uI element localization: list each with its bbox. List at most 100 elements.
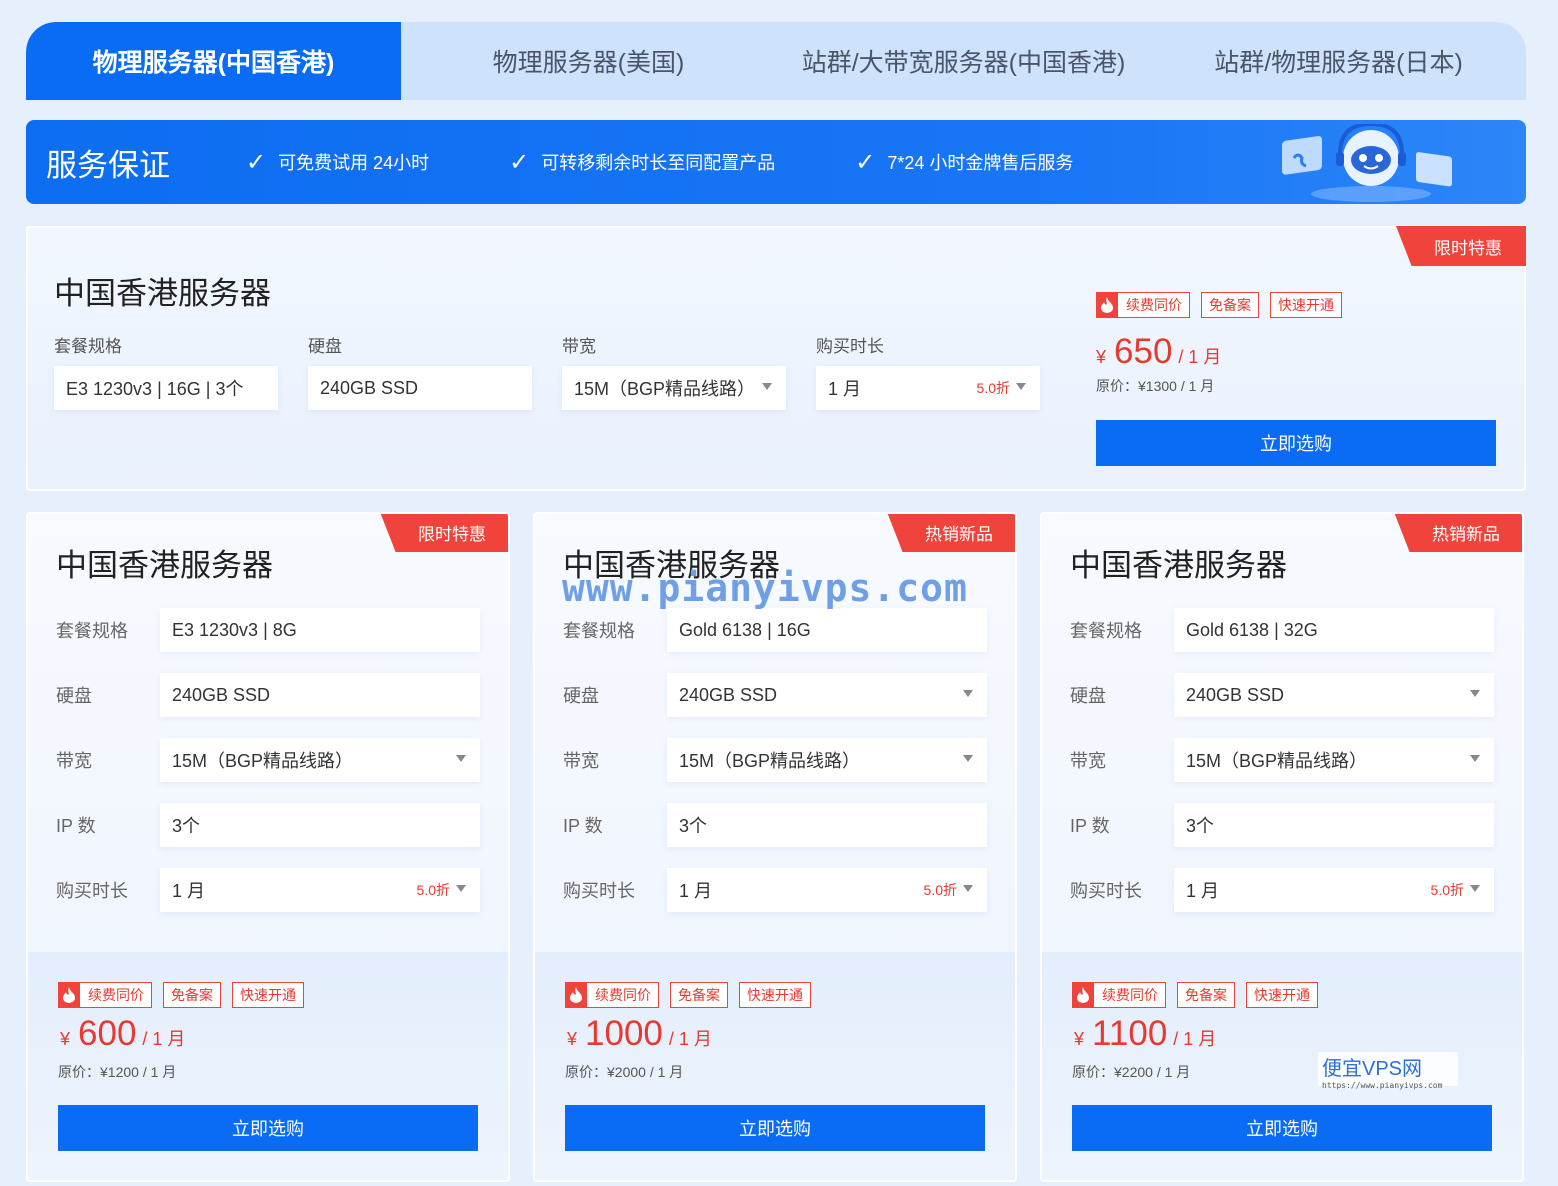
- tab-hk-physical[interactable]: 物理服务器(中国香港): [26, 22, 401, 100]
- bandwidth-row: 带宽 15M（BGP精品线路）: [1070, 738, 1496, 782]
- product-title: 中国香港服务器: [1070, 548, 1287, 583]
- fire-icon: [1096, 292, 1118, 318]
- tab-jp-physical[interactable]: 站群/物理服务器(日本): [1151, 22, 1526, 100]
- product-card: 限时特惠 中国香港服务器 套餐规格 E3 1230v3 | 8G 硬盘 240G…: [26, 512, 510, 1182]
- chevron-down-icon: [963, 755, 973, 762]
- tag-renew: 续费同价: [1072, 982, 1166, 1008]
- product-card: 热销新品 中国香港服务器 套餐规格 Gold 6138 | 16G 硬盘 240…: [533, 512, 1017, 1182]
- feature-tags: 续费同价 免备案 快速开通: [58, 982, 315, 1008]
- site-logo-watermark: 便宜VPS网 https://www.pianyivps.com: [1318, 1052, 1458, 1090]
- disk-row: 硬盘 240GB SSD: [563, 673, 989, 717]
- promo-badge: 限时特惠: [380, 514, 508, 552]
- check-icon: ✓: [246, 148, 267, 176]
- disk-row: 硬盘 240GB SSD: [1070, 673, 1496, 717]
- check-icon: ✓: [855, 148, 876, 176]
- bandwidth-field: 带宽 15M（BGP精品线路）: [562, 332, 786, 410]
- guarantee-title: 服务保证: [46, 147, 170, 183]
- disk-value: 240GB SSD: [160, 673, 480, 717]
- chevron-down-icon: [963, 885, 973, 892]
- spec-value: Gold 6138 | 16G: [667, 608, 987, 652]
- spec-row: 套餐规格 Gold 6138 | 16G: [563, 608, 989, 652]
- buy-now-button[interactable]: 立即选购: [1072, 1105, 1492, 1151]
- discount-label: 5.0折: [1430, 882, 1464, 898]
- buy-now-button[interactable]: 立即选购: [565, 1105, 985, 1151]
- guarantee-item: ✓ 可转移剩余时长至同配置产品: [509, 148, 776, 176]
- duration-select[interactable]: 1 月 5.0折: [667, 868, 987, 912]
- tag-no-filing: 免备案: [1177, 982, 1235, 1008]
- original-price: 原价：¥2000 / 1 月: [565, 1064, 684, 1080]
- fire-icon: [565, 982, 587, 1008]
- tag-no-filing: 免备案: [163, 982, 221, 1008]
- ip-row: IP 数 3个: [56, 803, 482, 847]
- chevron-down-icon: [1470, 690, 1480, 697]
- buy-now-button[interactable]: 立即选购: [1096, 420, 1496, 466]
- service-guarantee-banner: 服务保证 ✓ 可免费试用 24小时 ✓ 可转移剩余时长至同配置产品 ✓ 7*24…: [26, 120, 1526, 204]
- disk-select[interactable]: 240GB SSD: [1174, 673, 1494, 717]
- chevron-down-icon: [1470, 885, 1480, 892]
- feature-tags: 续费同价 免备案 快速开通: [1096, 292, 1498, 318]
- duration-row: 购买时长 1 月 5.0折: [56, 868, 482, 912]
- tag-renew: 续费同价: [58, 982, 152, 1008]
- discount-label: 5.0折: [923, 882, 957, 898]
- price-panel: 续费同价 免备案 快速开通 ¥ 650 / 1 月 原价：¥1300 / 1 月…: [1096, 292, 1498, 466]
- duration-row: 购买时长 1 月 5.0折: [563, 868, 989, 912]
- spec-value: E3 1230v3 | 16G | 3个: [54, 366, 278, 410]
- guarantee-item: ✓ 7*24 小时金牌售后服务: [855, 148, 1074, 176]
- card-price-panel: 续费同价 免备案 快速开通 ¥1000/ 1 月 原价：¥2000 / 1 月 …: [535, 952, 1015, 1180]
- spec-field: 套餐规格 E3 1230v3 | 16G | 3个: [54, 332, 278, 410]
- duration-select[interactable]: 1 月 5.0折: [816, 366, 1040, 410]
- price: ¥1100/ 1 月: [1074, 1014, 1217, 1053]
- product-title: 中国香港服务器: [54, 276, 271, 311]
- fire-icon: [58, 982, 80, 1008]
- promo-badge: 热销新品: [887, 514, 1015, 552]
- chevron-down-icon: [762, 383, 772, 390]
- disk-field: 硬盘 240GB SSD: [308, 332, 532, 410]
- price: ¥600/ 1 月: [60, 1014, 186, 1053]
- ip-value: 3个: [667, 803, 987, 847]
- tag-fast-setup: 快速开通: [1246, 982, 1318, 1008]
- chevron-down-icon: [1470, 755, 1480, 762]
- ip-row: IP 数 3个: [1070, 803, 1496, 847]
- bandwidth-select[interactable]: 15M（BGP精品线路）: [160, 738, 480, 782]
- disk-select[interactable]: 240GB SSD: [667, 673, 987, 717]
- tab-us-physical[interactable]: 物理服务器(美国): [401, 22, 776, 100]
- feature-tags: 续费同价 免备案 快速开通: [565, 982, 822, 1008]
- guarantee-item: ✓ 可免费试用 24小时: [246, 148, 430, 176]
- bandwidth-row: 带宽 15M（BGP精品线路）: [56, 738, 482, 782]
- original-price: 原价：¥2200 / 1 月: [1072, 1064, 1191, 1080]
- discount-label: 5.0折: [416, 882, 450, 898]
- bandwidth-select[interactable]: 15M（BGP精品线路）: [562, 366, 786, 410]
- support-robot-icon: [1282, 124, 1452, 202]
- feature-tags: 续费同价 免备案 快速开通: [1072, 982, 1329, 1008]
- ip-value: 3个: [1174, 803, 1494, 847]
- fire-icon: [1072, 982, 1094, 1008]
- duration-select[interactable]: 1 月 5.0折: [1174, 868, 1494, 912]
- site-watermark: www.pianyivps.com: [562, 566, 968, 610]
- duration-field: 购买时长 1 月 5.0折: [816, 332, 1040, 410]
- tag-no-filing: 免备案: [1201, 292, 1259, 318]
- bandwidth-select[interactable]: 15M（BGP精品线路）: [1174, 738, 1494, 782]
- bandwidth-select[interactable]: 15M（BGP精品线路）: [667, 738, 987, 782]
- duration-select[interactable]: 1 月 5.0折: [160, 868, 480, 912]
- product-title: 中国香港服务器: [56, 548, 273, 583]
- spec-value: Gold 6138 | 32G: [1174, 608, 1494, 652]
- product-tabs: 物理服务器(中国香港) 物理服务器(美国) 站群/大带宽服务器(中国香港) 站群…: [26, 22, 1526, 100]
- chevron-down-icon: [456, 885, 466, 892]
- buy-now-button[interactable]: 立即选购: [58, 1105, 478, 1151]
- card-price-panel: 续费同价 免备案 快速开通 ¥600/ 1 月 原价：¥1200 / 1 月 立…: [28, 952, 508, 1180]
- price: ¥1000/ 1 月: [567, 1014, 712, 1053]
- tag-fast-setup: 快速开通: [232, 982, 304, 1008]
- chevron-down-icon: [1016, 383, 1026, 390]
- spec-row: 套餐规格 Gold 6138 | 32G: [1070, 608, 1496, 652]
- chevron-down-icon: [456, 755, 466, 762]
- tab-hk-bandwidth[interactable]: 站群/大带宽服务器(中国香港): [776, 22, 1151, 100]
- check-icon: ✓: [509, 148, 530, 176]
- original-price: 原价：¥1200 / 1 月: [58, 1064, 177, 1080]
- tag-fast-setup: 快速开通: [739, 982, 811, 1008]
- tag-renew: 续费同价: [1096, 292, 1190, 318]
- original-price: 原价：¥1300 / 1 月: [1096, 378, 1215, 394]
- disk-row: 硬盘 240GB SSD: [56, 673, 482, 717]
- ip-value: 3个: [160, 803, 480, 847]
- tag-no-filing: 免备案: [670, 982, 728, 1008]
- promo-badge: 限时特惠: [1396, 226, 1526, 266]
